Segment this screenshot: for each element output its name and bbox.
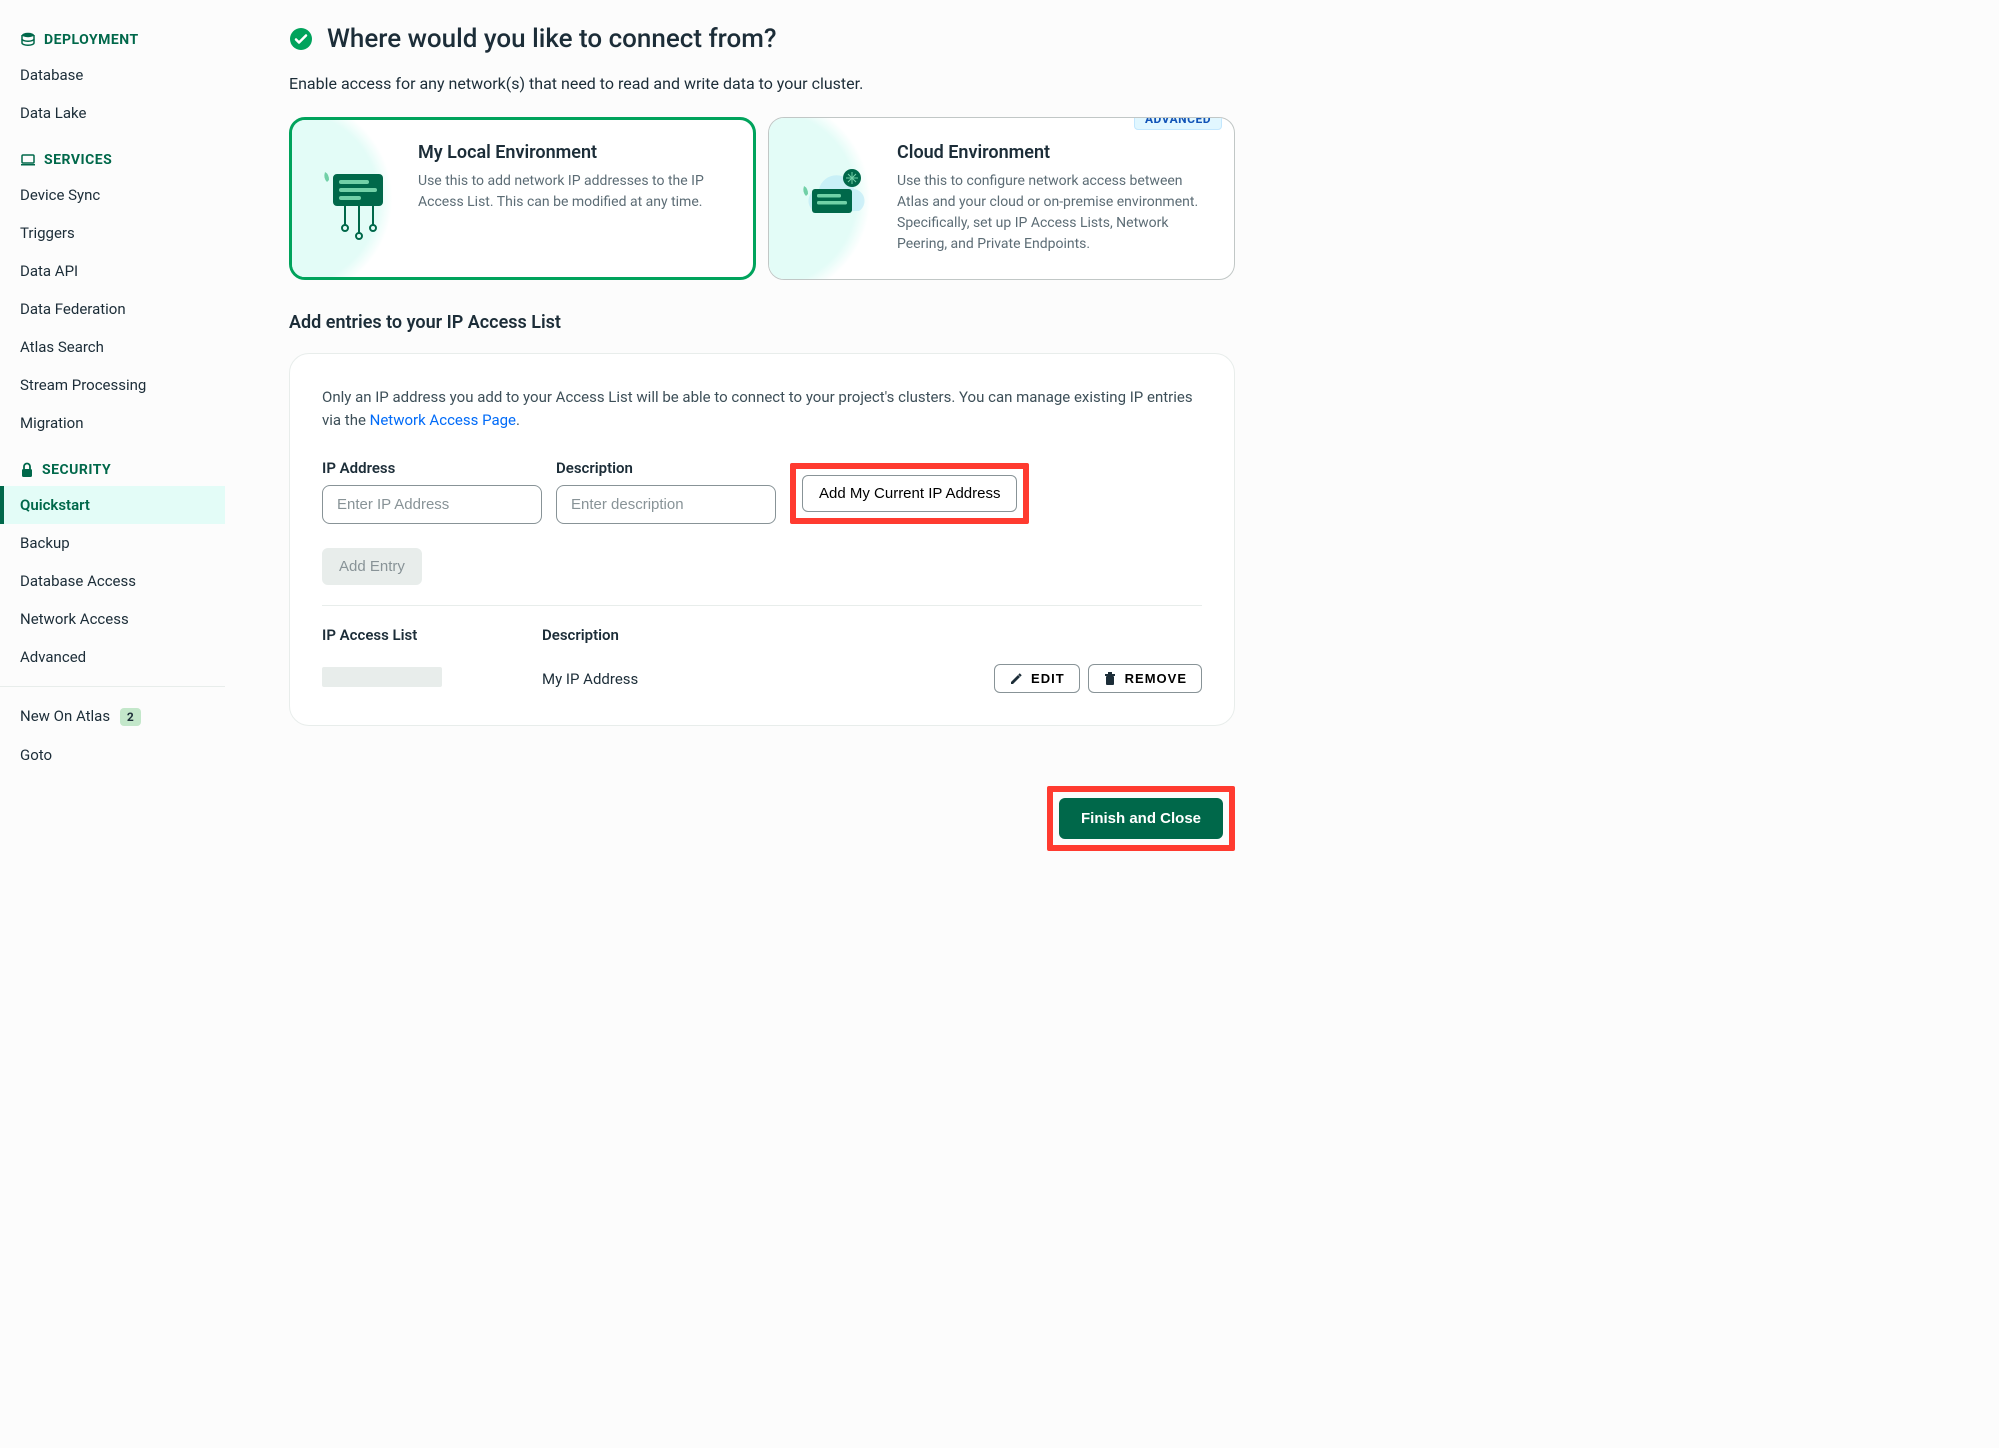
sidebar-item-triggers[interactable]: Triggers [0, 214, 225, 252]
edit-label: EDIT [1031, 671, 1065, 686]
connection-options: My Local Environment Use this to add net… [289, 117, 1235, 280]
sidebar-item-stream-processing[interactable]: Stream Processing [0, 366, 225, 404]
sidebar: DEPLOYMENT Database Data Lake SERVICES D… [0, 0, 225, 1448]
col-ip-header: IP Access List [322, 626, 542, 644]
section-services-header: SERVICES [0, 144, 225, 176]
add-entry-form: IP Address Description Add My Current IP… [322, 459, 1202, 524]
sidebar-item-label: New On Atlas [20, 707, 110, 725]
lock-icon [20, 462, 34, 478]
sidebar-item-data-lake[interactable]: Data Lake [0, 94, 225, 132]
footer-actions: Finish and Close [289, 786, 1235, 851]
table-row: My IP Address EDIT REMOVE [322, 664, 1202, 693]
advanced-badge: ADVANCED [1134, 117, 1222, 130]
add-current-ip-button[interactable]: Add My Current IP Address [802, 475, 1017, 512]
page-title-row: Where would you like to connect from? [289, 24, 1235, 54]
option-title: Cloud Environment [897, 142, 1210, 163]
section-label: DEPLOYMENT [44, 32, 139, 48]
sidebar-item-quickstart[interactable]: Quickstart [0, 486, 225, 524]
row-desc: My IP Address [542, 670, 994, 688]
sidebar-item-data-api[interactable]: Data API [0, 252, 225, 290]
ip-redacted [322, 667, 442, 687]
section-deployment-header: DEPLOYMENT [0, 24, 225, 56]
section-security-header: SECURITY [0, 454, 225, 486]
ip-address-label: IP Address [322, 459, 542, 477]
sidebar-item-network-access[interactable]: Network Access [0, 600, 225, 638]
option-local-environment[interactable]: My Local Environment Use this to add net… [289, 117, 756, 280]
database-stack-icon [20, 32, 36, 48]
sidebar-item-database[interactable]: Database [0, 56, 225, 94]
sidebar-item-goto[interactable]: Goto [0, 736, 225, 774]
section-label: SECURITY [42, 462, 111, 478]
divider [0, 686, 225, 687]
finish-and-close-button[interactable]: Finish and Close [1059, 798, 1223, 839]
trash-icon [1103, 672, 1117, 686]
panel-info-text: Only an IP address you add to your Acces… [322, 386, 1202, 431]
add-entry-button[interactable]: Add Entry [322, 548, 422, 585]
highlight-annotation: Finish and Close [1047, 786, 1235, 851]
local-env-illustration-icon [310, 142, 400, 255]
access-list-table-header: IP Access List Description [322, 626, 1202, 644]
new-badge: 2 [120, 708, 141, 726]
remove-label: REMOVE [1125, 671, 1187, 686]
description-label: Description [556, 459, 776, 477]
sidebar-item-backup[interactable]: Backup [0, 524, 225, 562]
sidebar-item-device-sync[interactable]: Device Sync [0, 176, 225, 214]
ip-address-input[interactable] [322, 485, 542, 524]
sidebar-item-atlas-search[interactable]: Atlas Search [0, 328, 225, 366]
cloud-env-illustration-icon [789, 142, 879, 255]
remove-button[interactable]: REMOVE [1088, 664, 1202, 693]
pencil-icon [1009, 672, 1023, 686]
page-title: Where would you like to connect from? [327, 24, 777, 54]
main-content: Where would you like to connect from? En… [225, 0, 1275, 1448]
network-access-link[interactable]: Network Access Page [370, 411, 516, 429]
sidebar-item-migration[interactable]: Migration [0, 404, 225, 442]
sidebar-item-advanced[interactable]: Advanced [0, 638, 225, 676]
check-circle-icon [289, 27, 313, 51]
edit-button[interactable]: EDIT [994, 664, 1080, 693]
sidebar-item-data-federation[interactable]: Data Federation [0, 290, 225, 328]
sidebar-item-database-access[interactable]: Database Access [0, 562, 225, 600]
laptop-icon [20, 152, 36, 168]
option-desc: Use this to configure network access bet… [897, 171, 1210, 255]
section-label: SERVICES [44, 152, 112, 168]
page-subtext: Enable access for any network(s) that ne… [289, 74, 1235, 93]
option-cloud-environment[interactable]: ADVANCED Cloud Environment Use this to c… [768, 117, 1235, 280]
option-title: My Local Environment [418, 142, 731, 163]
option-desc: Use this to add network IP addresses to … [418, 171, 731, 213]
highlight-annotation: Add My Current IP Address [790, 463, 1029, 524]
access-list-heading: Add entries to your IP Access List [289, 312, 1235, 333]
description-input[interactable] [556, 485, 776, 524]
info-suffix: . [516, 411, 520, 429]
sidebar-item-new-on-atlas[interactable]: New On Atlas 2 [0, 697, 225, 736]
divider [322, 605, 1202, 606]
ip-access-panel: Only an IP address you add to your Acces… [289, 353, 1235, 726]
col-desc-header: Description [542, 626, 619, 644]
